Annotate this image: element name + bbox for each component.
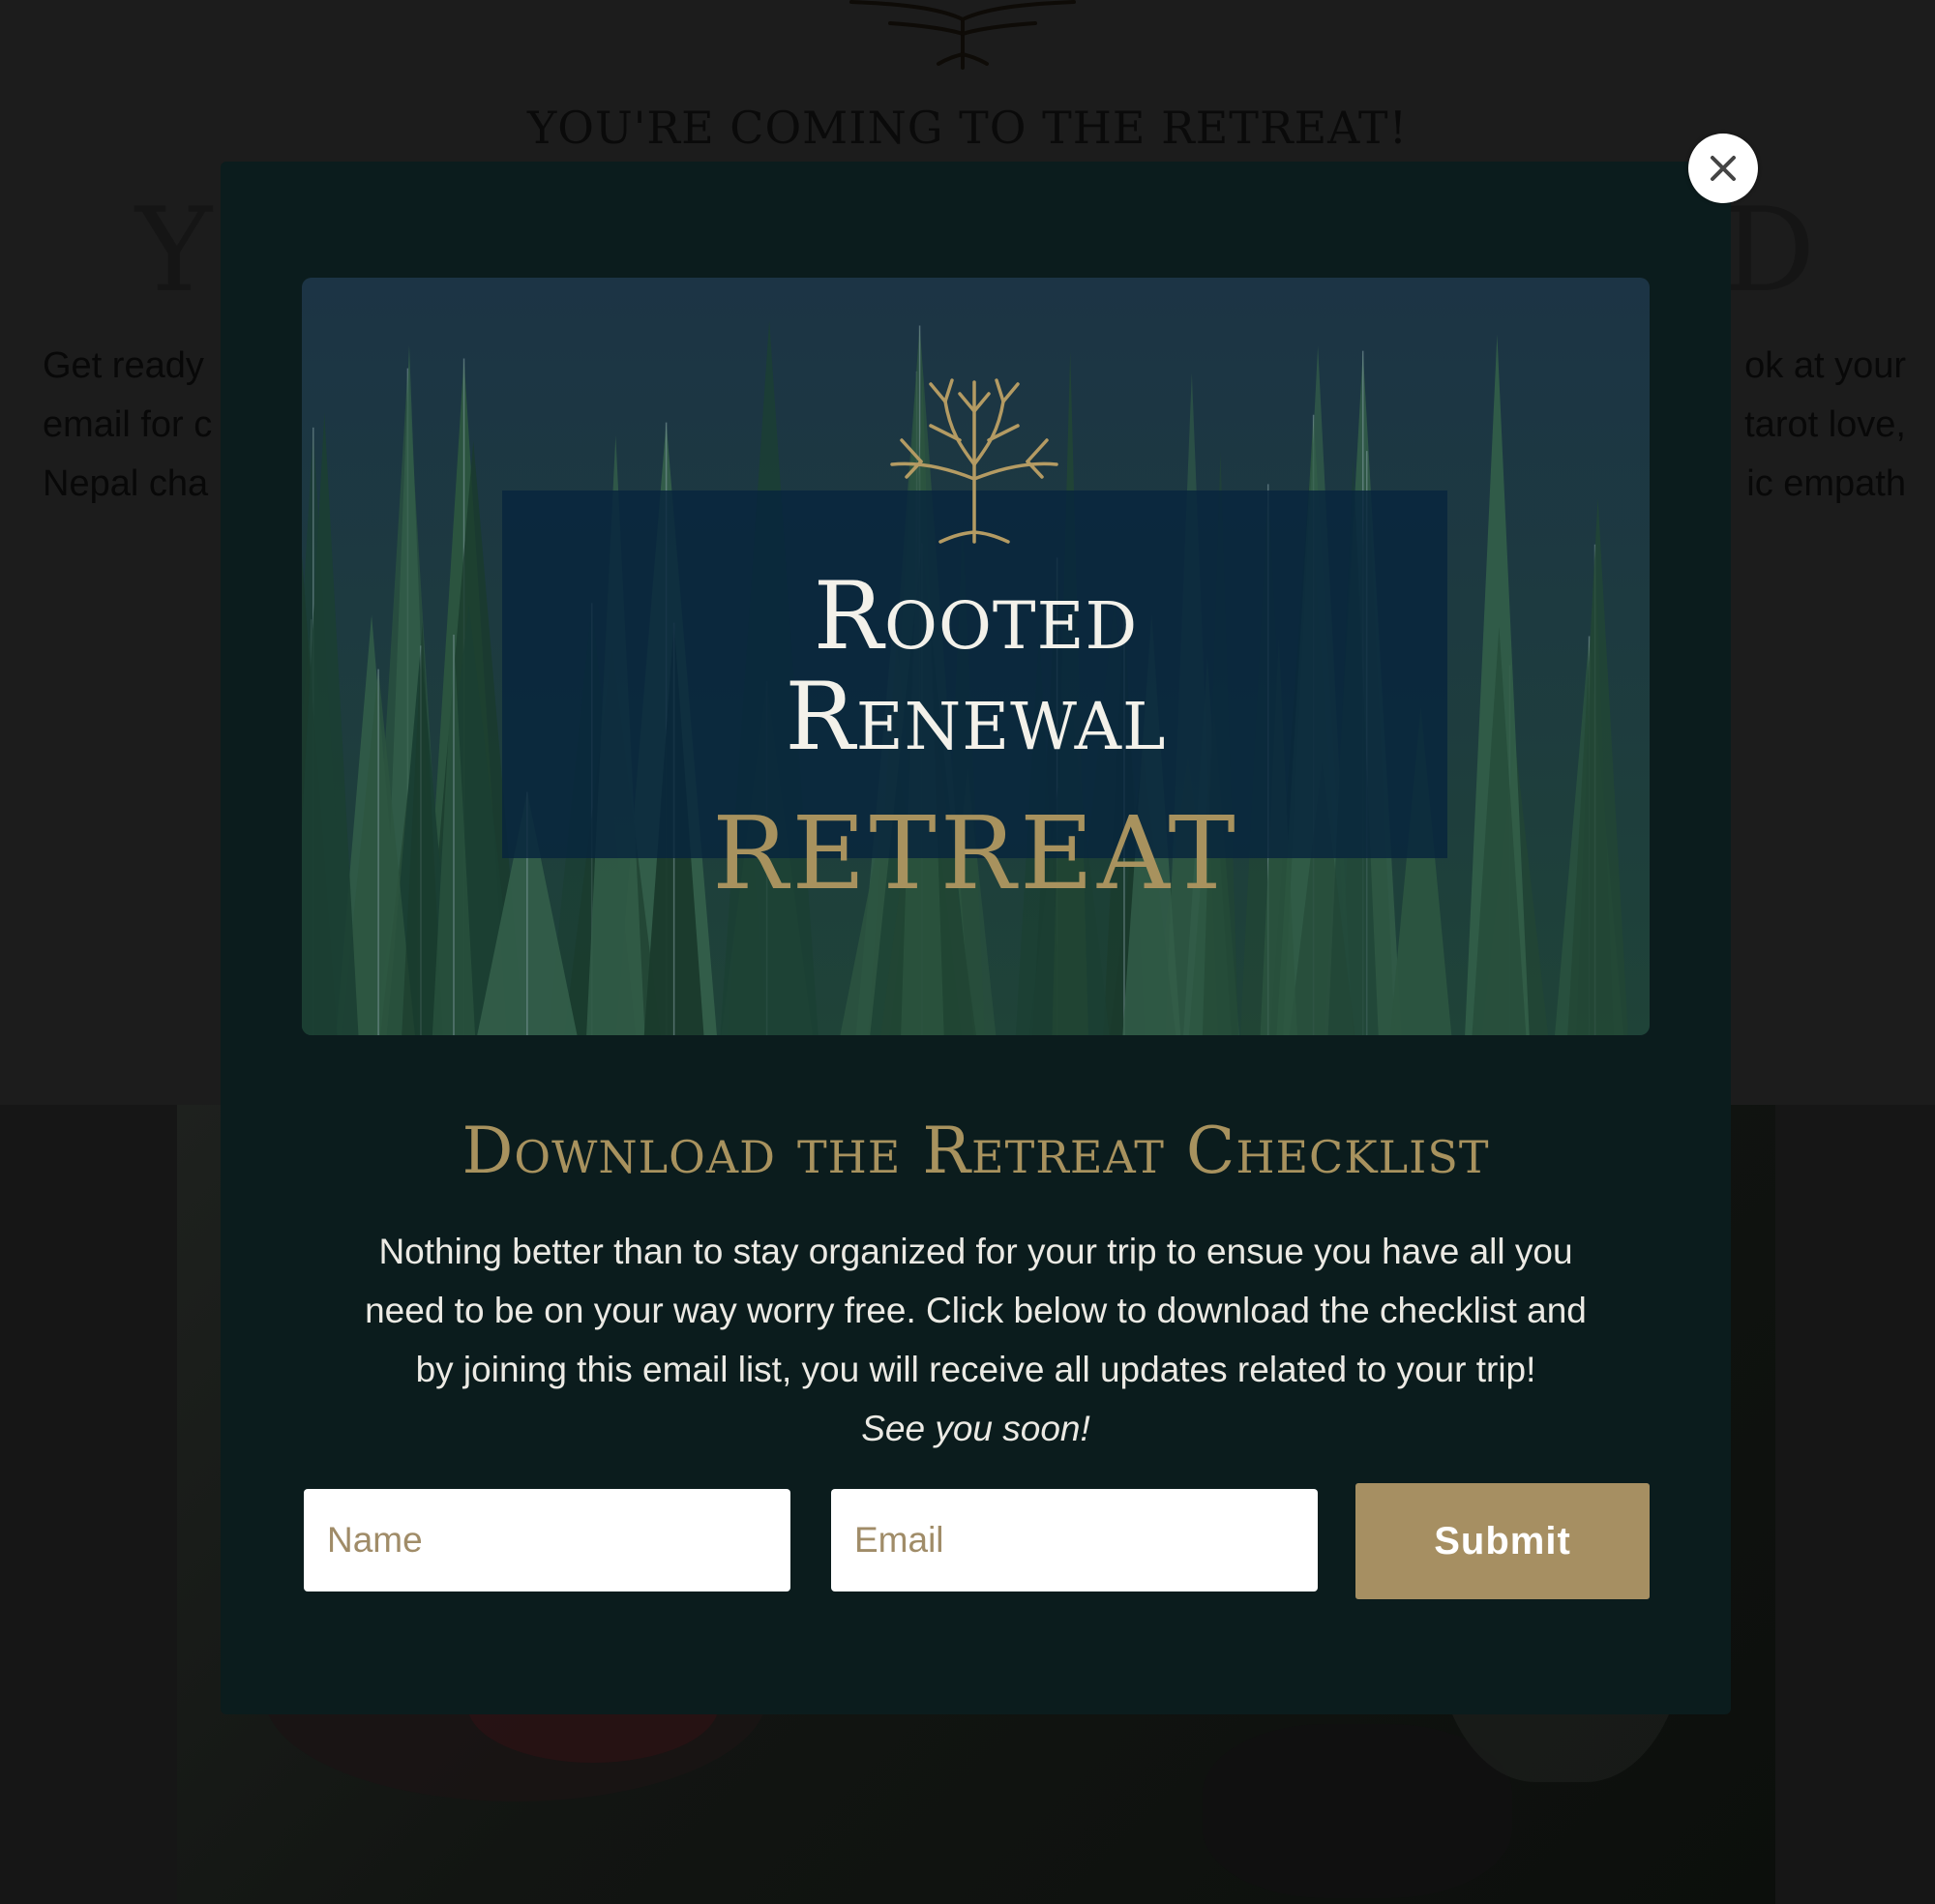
modal-description: Nothing better than to stay organized fo…	[279, 1222, 1673, 1458]
description-line: need to be on your way worry free. Click…	[365, 1291, 1587, 1330]
description-line: by joining this email list, you will rec…	[415, 1350, 1536, 1389]
background-paragraph-line: Get ready	[43, 345, 204, 386]
modal-heading: Download the Retreat Checklist	[461, 1114, 1490, 1188]
checklist-modal: Rooted Renewal RETREAT Download the Retr…	[221, 162, 1731, 1714]
name-input[interactable]	[304, 1489, 790, 1592]
hero-title-line1: Rooted	[813, 562, 1139, 670]
retreat-hero-image: Rooted Renewal RETREAT	[302, 278, 1650, 1035]
description-signoff: See you soon!	[861, 1409, 1090, 1448]
description-line: Nothing better than to stay organized fo…	[378, 1232, 1573, 1271]
email-input[interactable]	[831, 1489, 1318, 1592]
close-icon	[1711, 156, 1736, 181]
background-paragraph-line: email for c	[43, 404, 213, 445]
submit-button[interactable]: Submit	[1355, 1483, 1650, 1599]
background-subheading: YOU'RE COMING TO THE RETREAT!	[526, 102, 1409, 154]
background-paragraph-left: Get ready email for c Nepal cha	[43, 337, 236, 514]
close-button[interactable]	[1688, 134, 1758, 203]
background-heading-fragment-left: Y	[135, 184, 213, 318]
background-heading-fragment-right: D	[1722, 184, 1816, 318]
background-paragraph-line: Nepal cha	[43, 463, 209, 504]
hero-title-line2: Renewal	[785, 663, 1167, 771]
tree-logo-icon	[890, 378, 1058, 544]
tree-logo-icon	[849, 0, 1076, 70]
hero-title-line3: RETREAT	[712, 794, 1239, 912]
